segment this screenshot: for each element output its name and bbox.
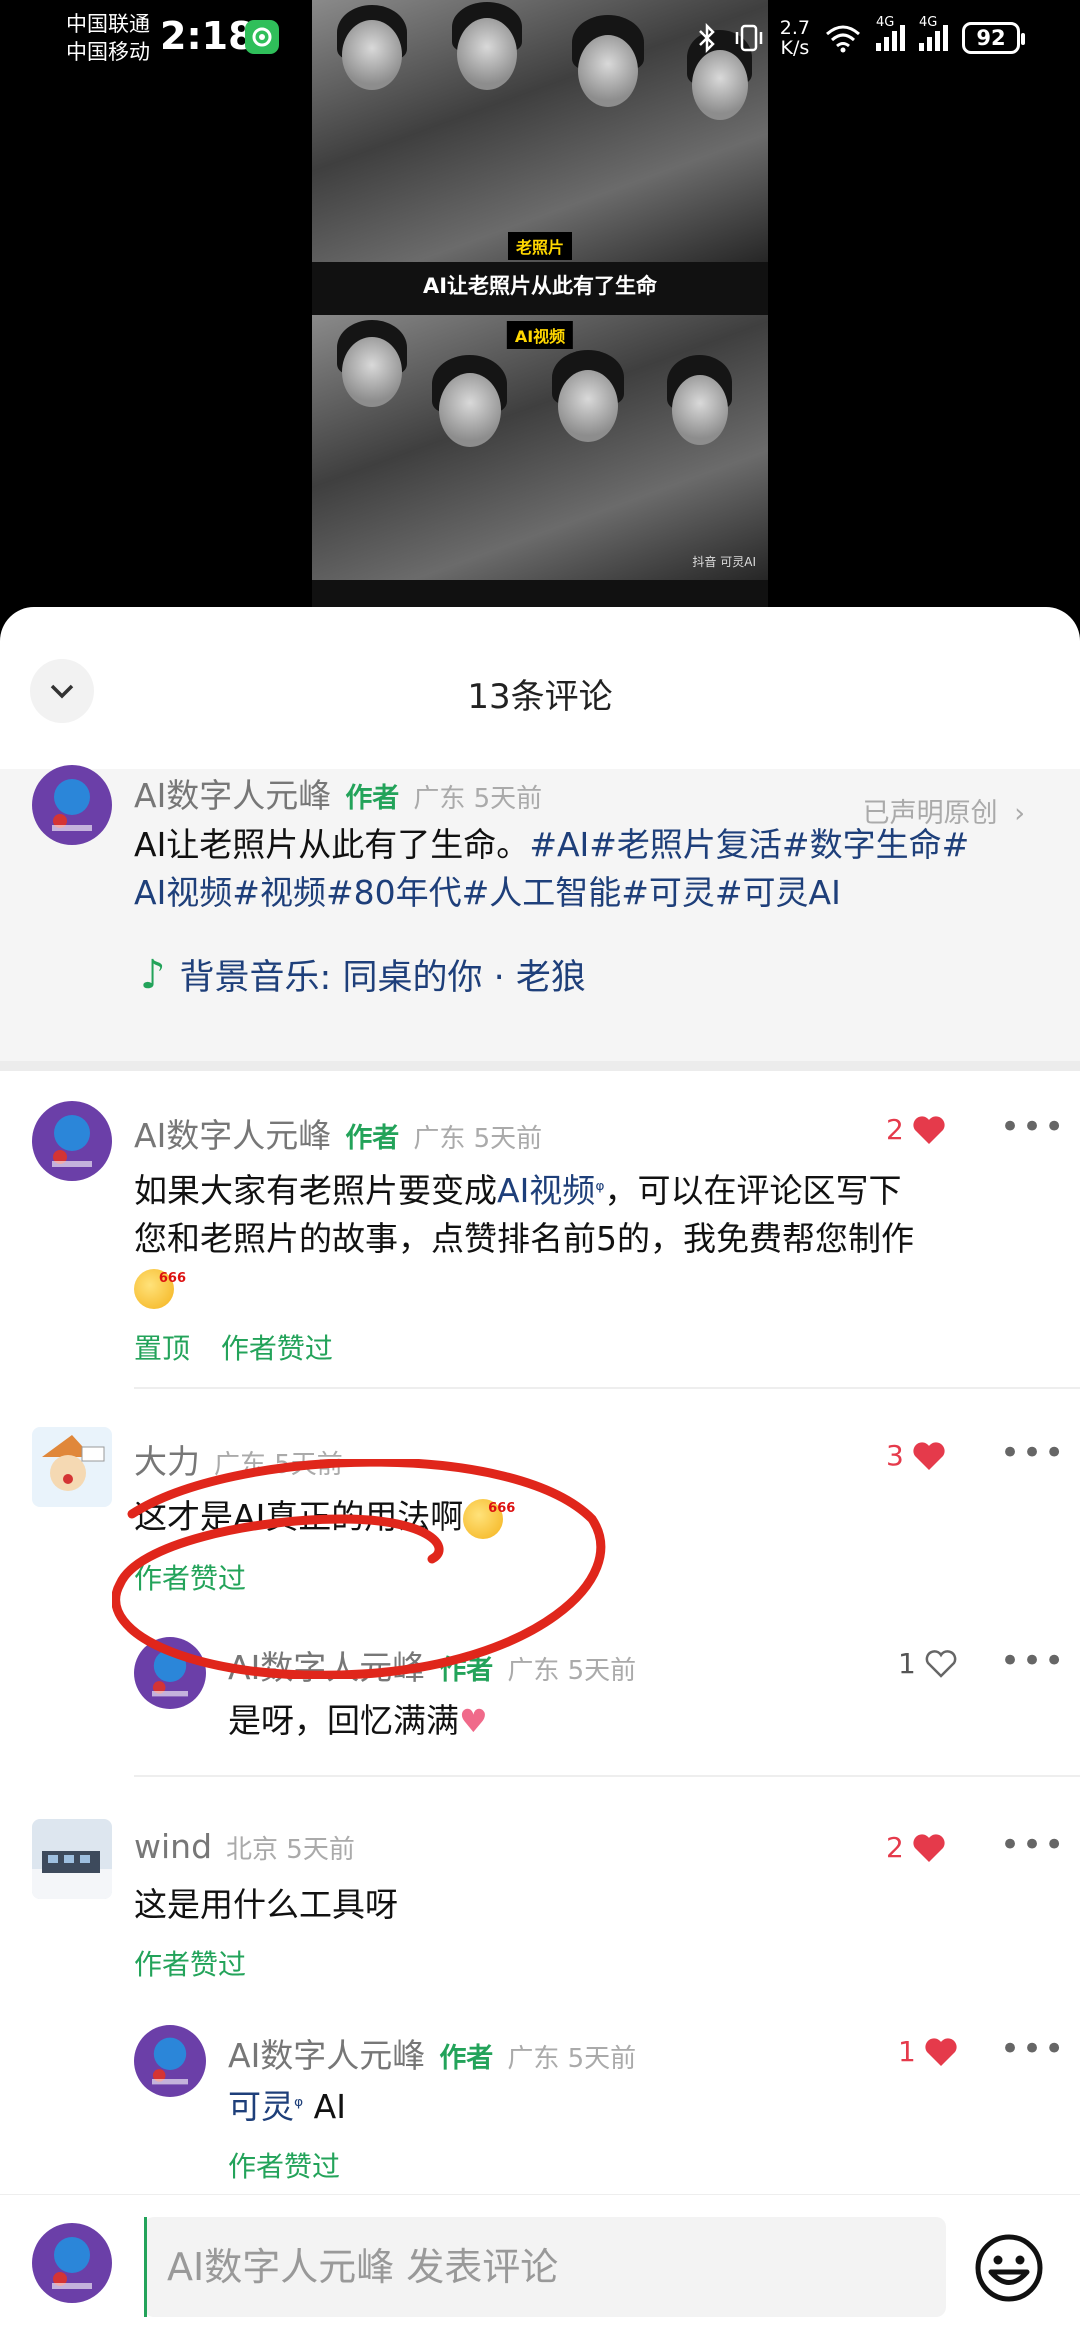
liked-by-author-label: 作者赞过 <box>220 1332 333 1365</box>
avatar[interactable] <box>32 1819 112 1899</box>
search-link[interactable]: AI视频 <box>497 1171 595 1210</box>
avatar[interactable] <box>32 765 112 845</box>
username[interactable]: AI数字人元峰 <box>134 769 331 817</box>
more-options-icon[interactable]: ••• <box>1000 1641 1066 1681</box>
liked-by-author-label: 作者赞过 <box>228 2150 341 2183</box>
author-tag: 作者 <box>439 1655 494 1686</box>
reply-meta: AI数字人元峰 作者 广东 5天前 <box>228 1641 636 1689</box>
reply-meta: AI数字人元峰 作者 广东 5天前 <box>228 2029 636 2077</box>
location-time: 广东 5天前 <box>507 1656 637 1686</box>
location-time: 广东 5天前 <box>214 1450 343 1480</box>
divider <box>134 1775 1080 1777</box>
comment-text: 这才是AI真正的用法啊 <box>134 1485 1034 1541</box>
username[interactable]: AI数字人元峰 <box>134 1109 331 1157</box>
comment-meta: 大力 广东 5天前 <box>134 1435 343 1483</box>
more-options-icon[interactable]: ••• <box>1000 1825 1066 1865</box>
like-button[interactable]: 1 <box>898 1647 958 1680</box>
video-watermark: 抖音 可灵AI <box>692 555 756 569</box>
reply-text: 是呀，回忆满满♥ <box>228 1697 1028 1745</box>
clock: 2:18 <box>160 14 255 58</box>
username[interactable]: AI数字人元峰 <box>228 1641 425 1689</box>
ai-video-tag: AI视频 <box>506 321 574 349</box>
background-music-link[interactable]: ♪ 背景音乐: 同桌的你 · 老狼 <box>140 949 586 1000</box>
reply-text: 可灵ᵠ AI <box>228 2087 346 2126</box>
comment-sheet: 13条评论 AI数字人元峰 作者 广东 5天前 已声明原创 › AI让老照片从此… <box>0 607 1080 2340</box>
section-divider <box>0 1061 1080 1071</box>
comment-input[interactable] <box>144 2217 946 2317</box>
author-tag: 作者 <box>345 1123 400 1154</box>
vibrate-icon <box>735 24 763 52</box>
comment-text: 这是用什么工具呀 <box>134 1885 398 1924</box>
comment-input-bar <box>0 2194 1080 2340</box>
heart-emoji-icon: ♥ <box>459 1702 488 1740</box>
liked-by-author-label: 作者赞过 <box>134 1948 247 1981</box>
like-button[interactable]: 2 <box>886 1113 946 1146</box>
more-options-icon[interactable]: ••• <box>1000 1107 1066 1147</box>
comment-text: 如果大家有老照片要变成AI视频ᵠ，可以在评论区写下 您和老照片的故事，点赞排名前… <box>134 1167 1054 1311</box>
location-time: 广东 5天前 <box>507 2044 637 2074</box>
carrier-names: 中国联通 中国移动 <box>66 10 150 66</box>
search-icon: ᵠ <box>294 2094 304 2119</box>
like-button[interactable]: 2 <box>886 1831 946 1864</box>
old-photo-tag: 老照片 <box>507 232 573 260</box>
username[interactable]: 大力 <box>134 1435 200 1483</box>
network-speed: 2.7 K/s <box>779 17 810 59</box>
author-tag: 作者 <box>439 2043 494 2074</box>
location-time: 广东 5天前 <box>413 784 543 814</box>
post-meta: AI数字人元峰 作者 广东 5天前 <box>134 769 542 817</box>
heart-filled-icon <box>913 1115 945 1144</box>
like-button[interactable]: 1 <box>898 2035 958 2068</box>
comment-meta: AI数字人元峰 作者 广东 5天前 <box>134 1109 542 1157</box>
comment-meta: wind 北京 5天前 <box>134 1827 355 1866</box>
heart-filled-icon <box>913 1441 945 1470</box>
video-player[interactable]: 老照片 AI让老照片从此有了生命 AI视频 抖音 可灵AI <box>312 0 768 610</box>
status-icons: 2.7 K/s 4G 4G 92 <box>696 15 1025 59</box>
location-time: 广东 5天前 <box>413 1124 543 1154</box>
comment-input-wrapper <box>144 2217 946 2317</box>
video-caption: AI让老照片从此有了生命 <box>422 274 658 298</box>
ai-video-frame: AI视频 <box>312 315 768 580</box>
comment-footer: 置顶 作者赞过 <box>134 1327 333 1367</box>
author-tag: 作者 <box>345 783 400 814</box>
search-link[interactable]: 可灵 <box>228 2087 294 2126</box>
heart-filled-icon <box>925 2037 957 2066</box>
hashtags-line-2[interactable]: AI视频#视频#80年代#人工智能#可灵#可灵AI <box>134 873 841 912</box>
music-note-icon: ♪ <box>140 951 166 998</box>
username[interactable]: wind <box>134 1827 212 1866</box>
sheet-header: 13条评论 <box>0 607 1080 769</box>
more-options-icon[interactable]: ••• <box>1000 2029 1066 2069</box>
carrier-1: 中国联通 <box>66 12 150 36</box>
app-notification-icon <box>245 20 279 54</box>
bluetooth-icon <box>698 23 715 53</box>
battery-icon: 92 <box>962 22 1025 54</box>
avatar[interactable] <box>134 1637 206 1709</box>
wifi-icon <box>826 25 860 53</box>
status-bar: 中国联通 中国移动 2:18 2.7 K/s 4G 4G 92 <box>0 0 1080 80</box>
avatar[interactable] <box>134 2025 206 2097</box>
comment-count-title: 13条评论 <box>467 677 613 717</box>
carrier-2: 中国移动 <box>66 40 150 64</box>
emoji-666-icon <box>463 1485 515 1539</box>
post-description: AI数字人元峰 作者 广东 5天前 已声明原创 › AI让老照片从此有了生命。#… <box>0 765 1080 1061</box>
heart-outline-icon <box>925 1649 957 1678</box>
more-options-icon[interactable]: ••• <box>1000 1433 1066 1473</box>
heart-filled-icon <box>913 1833 945 1862</box>
divider <box>134 1387 1080 1389</box>
pinned-label: 置顶 <box>134 1332 191 1365</box>
avatar[interactable] <box>32 1427 112 1507</box>
username[interactable]: AI数字人元峰 <box>228 2029 425 2077</box>
avatar[interactable] <box>32 1101 112 1181</box>
signal-icon-2: 4G <box>919 15 948 51</box>
emoji-picker-icon[interactable] <box>974 2233 1044 2303</box>
emoji-666-icon <box>134 1255 186 1309</box>
liked-by-author-label: 作者赞过 <box>134 1562 247 1595</box>
hashtags-line-1[interactable]: #AI#老照片复活#数字生命# <box>529 825 969 864</box>
signal-icon-1: 4G <box>876 15 905 51</box>
post-text: AI让老照片从此有了生命。#AI#老照片复活#数字生命# AI视频#视频#80年… <box>134 825 970 912</box>
my-avatar <box>32 2223 112 2303</box>
location-time: 北京 5天前 <box>226 1835 355 1865</box>
like-button[interactable]: 3 <box>886 1439 946 1472</box>
